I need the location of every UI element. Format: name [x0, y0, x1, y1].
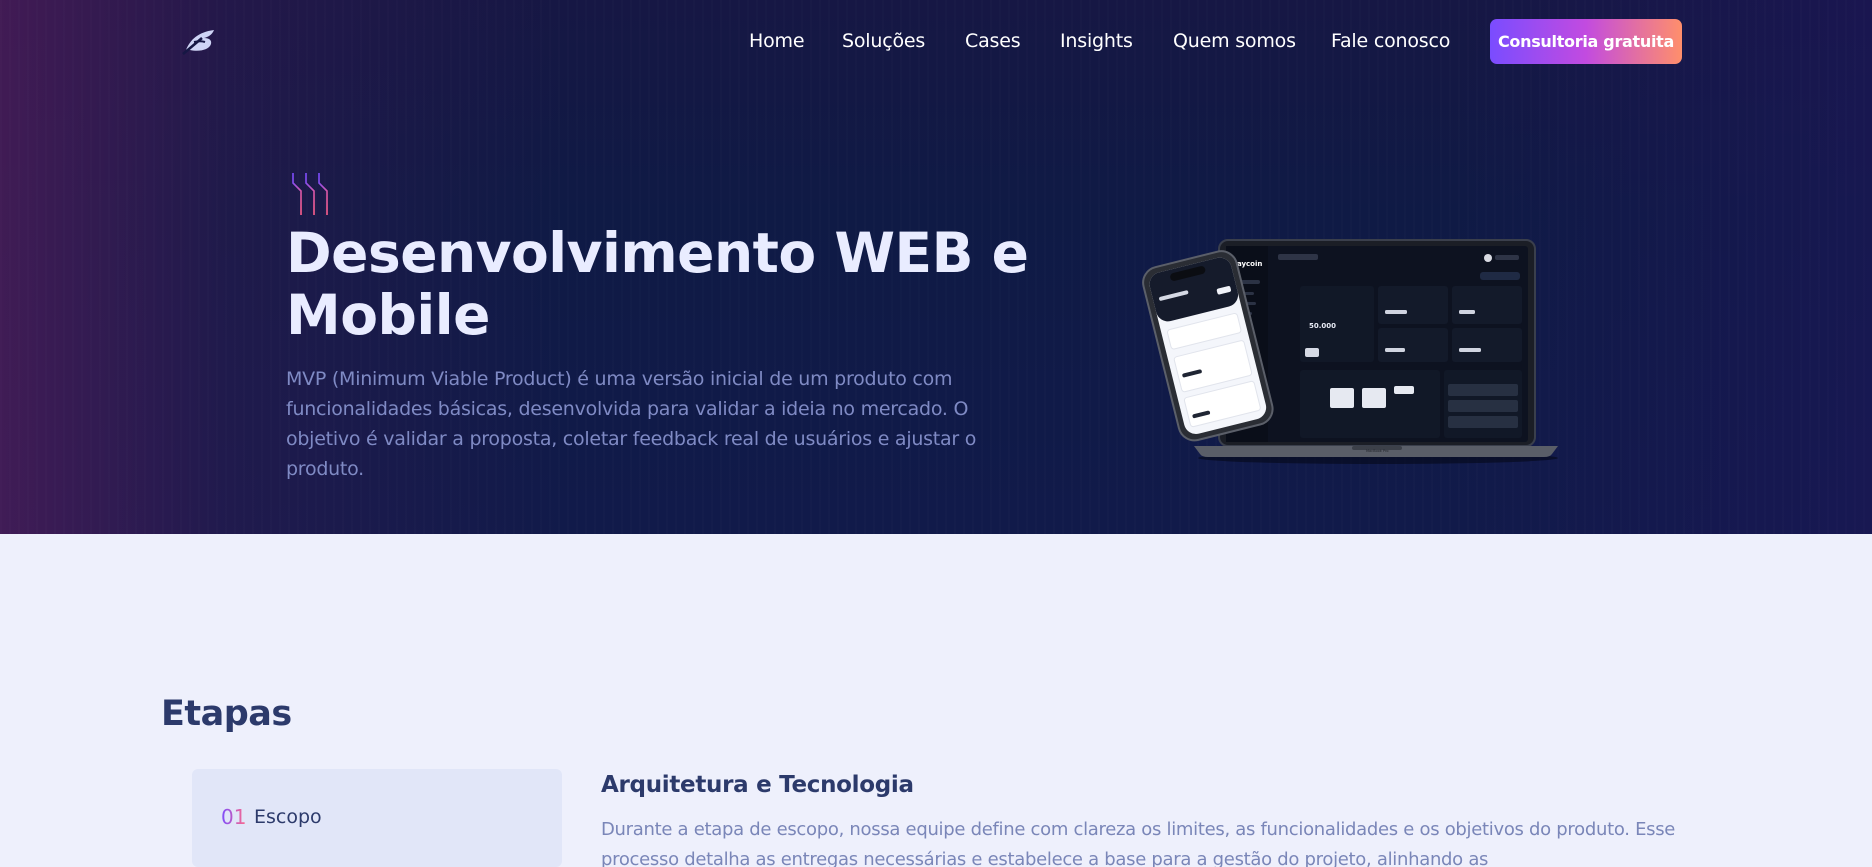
- hero-description: MVP (Minimum Viable Product) é uma versã…: [286, 368, 977, 480]
- nav-fale-conosco[interactable]: Fale conosco: [1331, 30, 1450, 52]
- mockup-balance: 50.000: [1309, 322, 1336, 330]
- nav-solucoes[interactable]: Soluções: [842, 30, 925, 52]
- hero-section: Home Soluções Cases Insights Quem somos …: [0, 0, 1872, 534]
- nav-cases[interactable]: Cases: [965, 30, 1021, 52]
- nav-home[interactable]: Home: [749, 30, 805, 52]
- mockup-laptop-label: MacBook Pro: [1366, 449, 1388, 453]
- laptop-phone-mockup-icon: Paycoin 50.000 MacBook Pro: [1142, 239, 1558, 464]
- consultoria-gratuita-button[interactable]: Consultoria gratuita: [1490, 19, 1682, 64]
- step-tab-escopo[interactable]: 01 Escopo: [192, 769, 562, 867]
- steps-section-title: Etapas: [161, 694, 292, 734]
- page-title: Desenvolvimento WEB e Mobile: [286, 221, 1029, 347]
- nav-quem-somos[interactable]: Quem somos: [1173, 30, 1296, 52]
- step-number: 01: [221, 805, 247, 829]
- step-label: Escopo: [254, 806, 322, 828]
- nav-insights[interactable]: Insights: [1060, 30, 1133, 52]
- step-detail-text: Durante a etapa de escopo, nossa equipe …: [601, 819, 1676, 867]
- step-detail-title: Arquitetura e Tecnologia: [601, 772, 914, 798]
- circuit-lines-icon: [285, 173, 328, 215]
